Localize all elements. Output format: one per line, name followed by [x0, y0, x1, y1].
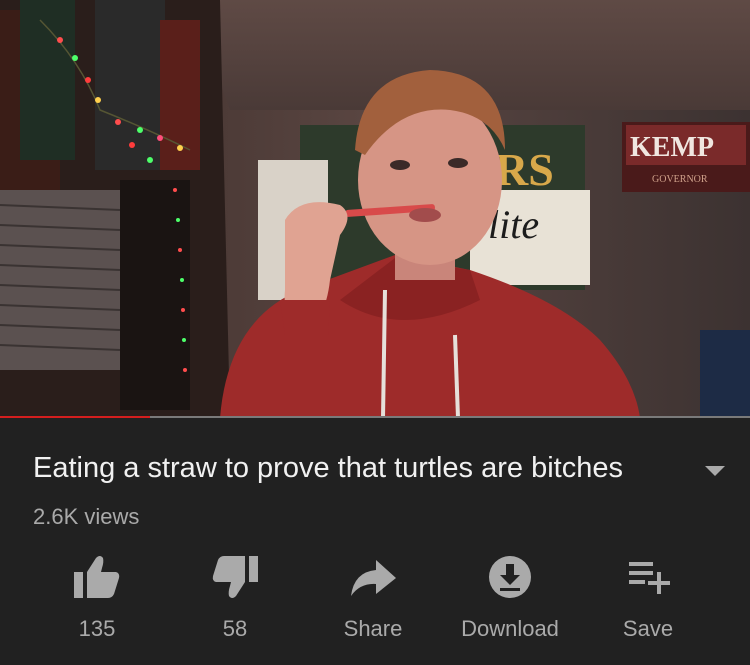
video-frame: RS lite KEMP GOVERNOR	[0, 0, 750, 418]
svg-text:KEMP: KEMP	[630, 132, 714, 163]
kemp-banner: KEMP GOVERNOR	[622, 122, 750, 192]
action-bar: 135 58 Share Download Save	[0, 552, 750, 652]
svg-text:GOVERNOR: GOVERNOR	[652, 174, 708, 185]
expand-chevron-icon[interactable]	[705, 466, 725, 476]
video-progress-bar[interactable]	[0, 416, 750, 418]
thumbs-down-icon	[212, 556, 258, 598]
like-button[interactable]: 135	[27, 552, 167, 642]
svg-text:RS: RS	[495, 144, 554, 195]
share-label: Share	[343, 616, 403, 641]
share-button[interactable]: Share	[303, 552, 443, 642]
dislike-count: 58	[222, 616, 248, 641]
video-progress-played	[0, 416, 150, 418]
share-icon	[351, 560, 396, 596]
download-label: Download	[461, 616, 559, 641]
save-label: Save	[622, 616, 674, 641]
save-button[interactable]: Save	[578, 552, 718, 642]
window-blinds	[0, 190, 121, 370]
video-info-panel: Eating a straw to prove that turtles are…	[0, 422, 750, 665]
download-button[interactable]: Download	[440, 552, 580, 642]
dislike-button[interactable]: 58	[165, 552, 305, 642]
download-icon	[489, 556, 531, 598]
video-player[interactable]: RS lite KEMP GOVERNOR	[0, 0, 750, 418]
thumbs-up-icon	[74, 556, 120, 598]
like-count: 135	[78, 616, 116, 641]
view-count: 2.6K views	[33, 504, 140, 529]
save-playlist-icon	[629, 562, 670, 594]
video-title[interactable]: Eating a straw to prove that turtles are…	[33, 450, 683, 486]
